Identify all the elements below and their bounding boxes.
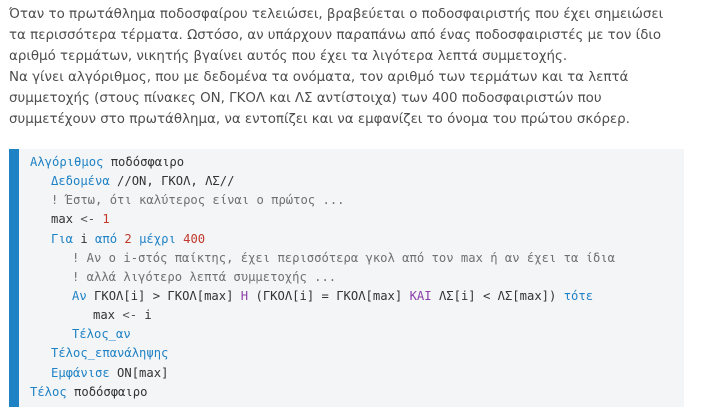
condition-minutes-less: ΛΣ[i] < ΛΣ[max]) [438, 288, 557, 303]
variable-max: max [51, 212, 74, 227]
condition-goals-equal: (ΓΚΟΛ[i] = ΓΚΟΛ[max] [255, 288, 403, 303]
algorithm-name: ποδόσφαιρο [74, 384, 148, 399]
code-line-6: ! Αν ο i-στός παίκτης, έχει περισσότερα … [19, 249, 684, 268]
keyword-data: Δεδομένα [51, 174, 110, 189]
code-line-7: ! αλλά λιγότερο λεπτά συμμετοχής ... [19, 268, 684, 287]
assigned-value: i [144, 308, 152, 323]
keyword-to: μέχρι [139, 231, 176, 246]
code-line-4: max <- 1 [19, 210, 684, 229]
assign-operator: <- [80, 212, 96, 227]
problem-line: συμμετοχής (στους πίνακες ΟΝ, ΓΚΟΛ και Λ… [9, 91, 602, 107]
problem-line: Να γίνει αλγόριθμος, που με δεδομένα τα … [9, 70, 629, 86]
keyword-then: τότε [563, 288, 594, 303]
variable-max: max [93, 308, 116, 323]
loop-start: 2 [124, 231, 132, 246]
problem-line: Όταν το πρωτάθλημα ποδοσφαίρου τελειώσει… [9, 7, 664, 22]
keyword-and: ΚΑΙ [409, 288, 432, 303]
problem-line: αριθμό τερμάτων, νικητής βγαίνει αυτός π… [9, 49, 568, 65]
code-line-3: ! Έστω, ότι καλύτερος είναι ο πρώτος ... [19, 191, 684, 210]
print-expression: ΟΝ[max] [117, 365, 169, 380]
keyword-from: από [95, 231, 118, 246]
code-line-13: Τέλος ποδόσφαιρο [19, 383, 684, 402]
algorithm-name: ποδόσφαιρο [110, 155, 185, 169]
loop-end: 400 [183, 231, 206, 246]
keyword-if: Αν [72, 288, 87, 303]
algorithm-code-block: Αλγόριθμος ποδόσφαιρο Δεδομένα //ΟΝ, ΓΚΟ… [9, 149, 684, 407]
keyword-print: Εμφάνισε [51, 365, 110, 380]
number-literal: 1 [102, 212, 110, 227]
code-line-8: Αν ΓΚΟΛ[i] > ΓΚΟΛ[max] Η (ΓΚΟΛ[i] = ΓΚΟΛ… [19, 287, 684, 306]
code-line-9: max <- i [19, 306, 684, 325]
assign-operator: <- [122, 308, 138, 323]
code-line-11: Τέλος_επανάληψης [19, 344, 684, 363]
code-line-12: Εμφάνισε ΟΝ[max] [19, 364, 684, 383]
keyword-end-loop: Τέλος_επανάληψης [51, 346, 169, 361]
data-list: //ΟΝ, ΓΚΟΛ, ΛΣ// [117, 174, 235, 189]
code-line-10: Τέλος_αν [19, 325, 684, 344]
keyword-algorithm: Αλγόριθμος [30, 155, 104, 169]
keyword-end-if: Τέλος_αν [72, 327, 131, 342]
problem-line: συμμετέχουν στο πρωτάθλημα, να εντοπίζει… [9, 112, 630, 128]
problem-statement: Όταν το πρωτάθλημα ποδοσφαίρου τελειώσει… [9, 4, 694, 131]
loop-variable: i [80, 231, 88, 246]
code-line-2: Δεδομένα //ΟΝ, ΓΚΟΛ, ΛΣ// [19, 172, 684, 191]
keyword-end: Τέλος [30, 384, 67, 399]
keyword-or: Η [240, 288, 249, 303]
code-line-5: Για i από 2 μέχρι 400 [19, 230, 684, 249]
comment-text: ! Αν ο i-στός παίκτης, έχει περισσότερα … [72, 250, 615, 265]
condition-goals-greater: ΓΚΟΛ[i] > ΓΚΟΛ[max] [94, 288, 234, 303]
code-line-1: Αλγόριθμος ποδόσφαιρο [19, 153, 684, 172]
comment-text: ! Έστω, ότι καλύτερος είναι ο πρώτος ... [51, 193, 345, 208]
problem-line: τα περισσότερα τέρματα. Ωστόσο, αν υπάρχ… [9, 28, 662, 44]
comment-text: ! αλλά λιγότερο λεπτά συμμετοχής ... [72, 269, 337, 284]
keyword-for: Για [51, 231, 74, 246]
